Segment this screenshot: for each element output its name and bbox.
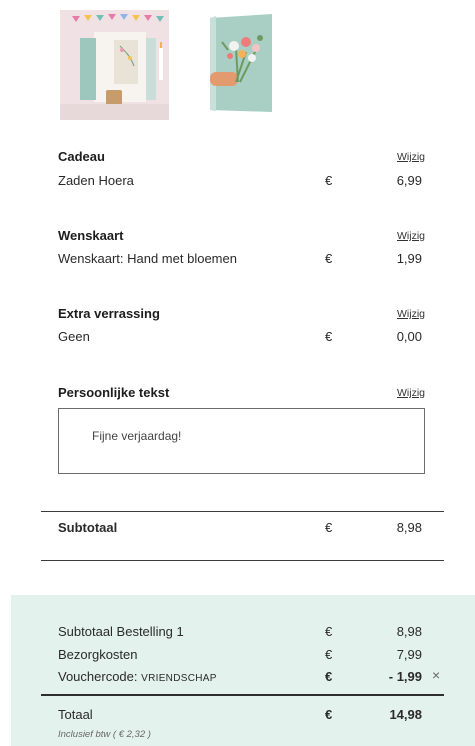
shipping-currency: € [325, 647, 333, 662]
shipping-value: 7,99 [396, 647, 422, 662]
gift-item-name: Zaden Hoera [58, 173, 134, 188]
personal-text-box[interactable]: Fijne verjaardag! [58, 408, 425, 474]
personal-text-value: Fijne verjaardag! [92, 429, 182, 443]
order-subtotal-label: Subtotaal Bestelling 1 [58, 624, 184, 639]
remove-voucher-icon[interactable]: × [432, 667, 440, 683]
total-label: Totaal [58, 707, 93, 722]
gift-section-title: Cadeau [58, 149, 105, 164]
extra-currency: € [325, 329, 333, 344]
total-divider [41, 694, 444, 696]
subtotal-label: Subtotaal [58, 520, 118, 535]
voucher-line: Vouchercode: VRIENDSCHAP [58, 669, 217, 684]
gift-currency: € [325, 173, 333, 188]
total-currency: € [325, 707, 333, 722]
seed-gift-box-photo-icon [60, 10, 169, 120]
vat-note: Inclusief btw ( € 2,32 ) [58, 729, 151, 740]
shipping-label: Bezorgkosten [58, 647, 138, 662]
subtotal-top-divider [41, 511, 444, 512]
card-currency: € [325, 251, 333, 266]
extra-price: 0,00 [396, 329, 422, 344]
extra-section-title: Extra verrassing [58, 306, 160, 321]
card-price: 1,99 [396, 251, 422, 266]
voucher-code: VRIENDSCHAP [141, 673, 217, 684]
voucher-currency: € [325, 669, 333, 684]
edit-extra-link[interactable]: Wijzig [397, 308, 425, 320]
edit-card-link[interactable]: Wijzig [397, 230, 425, 242]
order-subtotal-value: 8,98 [396, 624, 422, 639]
greeting-card-image [200, 12, 282, 116]
subtotal-bottom-divider [41, 560, 444, 561]
subtotal-currency: € [325, 520, 333, 535]
bouquet-card-illustration-icon [210, 14, 272, 112]
order-subtotal-currency: € [325, 624, 333, 639]
voucher-label: Vouchercode: [58, 669, 138, 684]
gift-price: 6,99 [396, 173, 422, 188]
voucher-discount: - 1,99 [388, 669, 422, 684]
personal-text-title: Persoonlijke tekst [58, 385, 170, 400]
edit-gift-link[interactable]: Wijzig [397, 151, 425, 163]
subtotal-value: 8,98 [396, 520, 422, 535]
gift-product-image [60, 10, 169, 120]
card-item-name: Wenskaart: Hand met bloemen [58, 251, 237, 266]
edit-personal-text-link[interactable]: Wijzig [397, 387, 425, 399]
extra-item-name: Geen [58, 329, 90, 344]
total-value: 14,98 [389, 707, 422, 722]
card-section-title: Wenskaart [58, 228, 124, 243]
